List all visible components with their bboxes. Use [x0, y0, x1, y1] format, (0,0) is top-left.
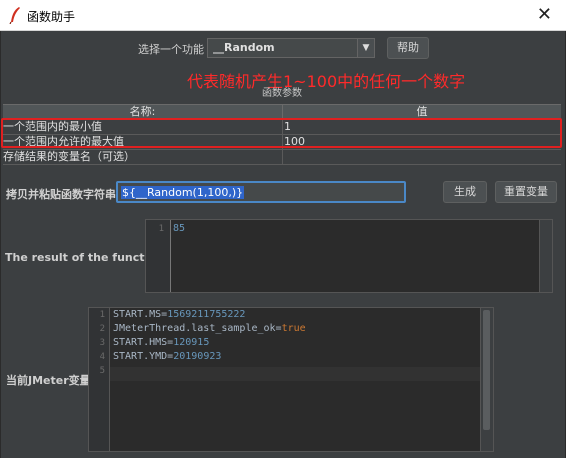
function-select[interactable]: __Random ▼ [207, 38, 375, 58]
chevron-down-icon[interactable]: ▼ [357, 39, 374, 57]
column-value-header: 值 [416, 105, 428, 118]
jmeter-feather-icon [9, 7, 20, 24]
var-value: 120915 [173, 337, 210, 348]
select-function-label: 选择一个功能 [138, 43, 204, 56]
jmeter-vars-label: 当前JMeter变量 [6, 374, 91, 387]
var-key: START.HMS= [113, 337, 174, 348]
scrollbar-thumb[interactable] [483, 310, 490, 430]
code-line: START.MS=1569211755222 [113, 309, 245, 320]
var-value: 20190923 [173, 351, 222, 362]
window-title: 函数助手 [27, 10, 76, 24]
result-value: 85 [173, 223, 185, 234]
line-number: 1 [99, 310, 105, 320]
reset-variables-button[interactable]: 重置变量 [495, 181, 557, 203]
params-title: 函数参数 [262, 88, 302, 99]
line-number: 2 [99, 324, 105, 334]
var-key: JMeterThread.last_sample_ok= [113, 323, 282, 334]
line-number: 1 [158, 224, 164, 234]
highlight-box [1, 118, 562, 148]
var-key: START.YMD= [113, 351, 174, 362]
selected-function-value: __Random [213, 41, 275, 54]
current-line-highlight [110, 367, 482, 381]
jmeter-vars-editor[interactable]: 1 2 3 4 5 START.MS=1569211755222 JMeterT… [88, 307, 494, 452]
result-editor[interactable]: 1 85 [145, 219, 553, 293]
vertical-scrollbar[interactable] [539, 220, 552, 292]
code-line: START.YMD=20190923 [113, 351, 221, 362]
generate-button[interactable]: 生成 [443, 181, 487, 203]
line-number: 3 [99, 338, 105, 348]
line-number: 4 [99, 352, 105, 362]
caret-line [170, 220, 171, 292]
function-string-input[interactable]: ${__Random(1,100,)} [116, 181, 406, 203]
var-value: true [281, 323, 306, 334]
code-line: START.HMS=120915 [113, 337, 209, 348]
var-key: START.MS= [113, 309, 168, 320]
vertical-scrollbar[interactable] [480, 308, 493, 451]
result-number: 85 [173, 223, 186, 234]
title-bar: 函数助手 ✕ [0, 0, 566, 31]
help-button[interactable]: 帮助 [387, 37, 429, 59]
column-name-header: 名称: [3, 105, 283, 119]
table-row[interactable]: 存储结果的变量名（可选） [3, 150, 561, 165]
function-string-label: 拷贝并粘贴函数字符串 [6, 188, 116, 201]
function-string-value: ${__Random(1,100,)} [121, 186, 245, 199]
var-value: 1569211755222 [167, 309, 246, 320]
close-icon[interactable]: ✕ [537, 4, 552, 25]
param-name: 存储结果的变量名（可选） [3, 150, 283, 164]
line-number: 5 [99, 366, 105, 376]
code-line: JMeterThread.last_sample_ok=true [113, 323, 306, 334]
